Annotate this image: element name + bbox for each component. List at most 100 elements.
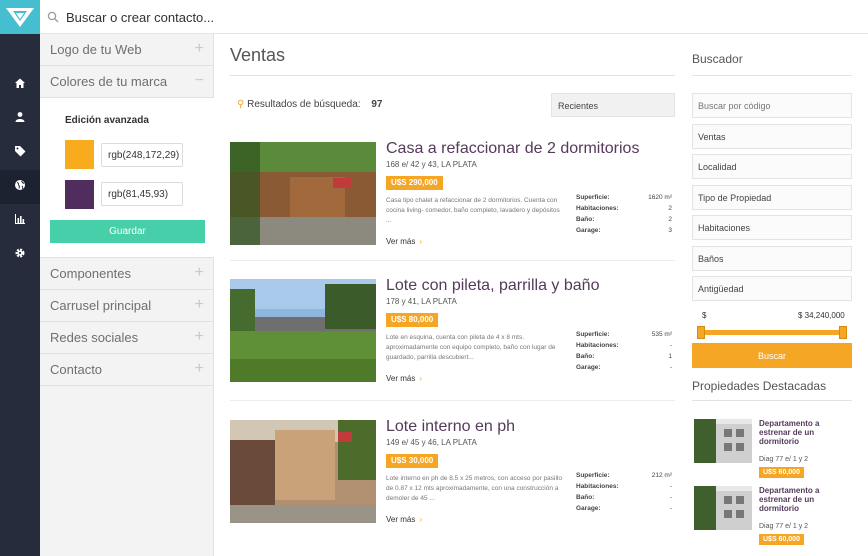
spec-key: Superficie:	[576, 472, 610, 479]
featured-photo[interactable]	[694, 419, 752, 463]
price-range-slider[interactable]	[697, 330, 847, 335]
sort-select[interactable]: Recientes	[551, 93, 675, 117]
spec-row: Baño: 1	[576, 353, 672, 364]
spec-row: Garage: -	[576, 364, 672, 375]
spec-row: Baño: 2	[576, 216, 672, 227]
spec-key: Superficie:	[576, 331, 610, 338]
panel-item-label: Colores de tu marca	[50, 74, 168, 89]
listings-main: Ventas ⚲ Resultados de búsqueda: 97 Reci…	[230, 34, 675, 556]
rail-settings[interactable]	[0, 238, 40, 272]
listing-title[interactable]: Lote con pileta, parrilla y baño	[386, 277, 599, 295]
panel-item-label: Carrusel principal	[50, 298, 152, 313]
expand-icon: +	[194, 40, 204, 57]
see-more-label: Ver más	[386, 237, 416, 246]
panel-item-carousel[interactable]: Carrusel principal +	[40, 290, 214, 322]
rail-home[interactable]	[0, 68, 40, 102]
featured-title: Propiedades Destacadas	[692, 379, 827, 393]
featured-property[interactable]: Departamento a estrenar de un dormitorio…	[692, 419, 852, 479]
featured-address: Diag 77 e/ 1 y 2	[759, 523, 809, 530]
listing-photo[interactable]	[230, 142, 376, 245]
spec-row: Superficie: 1620 m²	[576, 194, 672, 205]
listing-card: Lote interno en ph 149 e/ 45 y 46, LA PL…	[230, 418, 675, 531]
contact-search-input[interactable]	[60, 5, 460, 29]
listing-card: Casa a refaccionar de 2 dormitorios 168 …	[230, 140, 675, 253]
featured-address: Diag 77 e/ 1 y 2	[759, 456, 809, 463]
panel-item-logo[interactable]: Logo de tu Web +	[40, 34, 214, 66]
see-more-label: Ver más	[386, 515, 416, 524]
spec-key: Garage:	[576, 227, 601, 234]
price-range-max: $ 34,240,000	[798, 311, 845, 320]
rail-contacts[interactable]	[0, 102, 40, 136]
featured-property[interactable]: Departamento a estrenar de un dormitorio…	[692, 486, 852, 546]
featured-title-link[interactable]: Departamento a estrenar de un dormitorio	[759, 486, 849, 513]
listing-title[interactable]: Lote interno en ph	[386, 418, 515, 436]
code-search-input[interactable]: Buscar por código	[692, 93, 852, 118]
panel-item-social[interactable]: Redes sociales +	[40, 322, 214, 354]
tags-icon	[14, 144, 27, 162]
listing-description: Lote en esquina, cuenta con pileta de 4 …	[386, 334, 556, 361]
primary-color-input[interactable]	[101, 143, 183, 167]
property-search-sidebar: Buscador Buscar por código Ventas Locali…	[692, 34, 852, 556]
globe-icon	[14, 178, 26, 196]
panel-item-label: Redes sociales	[50, 330, 139, 345]
spec-row: Baño: -	[576, 494, 672, 505]
listing-photo[interactable]	[230, 420, 376, 523]
property-type-select[interactable]: Tipo de Propiedad	[692, 185, 852, 210]
spec-row: Superficie: 212 m²	[576, 472, 672, 483]
listing-address: 168 e/ 42 y 43, LA PLATA	[386, 160, 477, 169]
rail-website[interactable]	[0, 170, 40, 204]
panel-item-contact[interactable]: Contacto +	[40, 354, 214, 386]
divider	[230, 400, 675, 401]
see-more-link[interactable]: Ver más ›	[386, 237, 422, 246]
see-more-label: Ver más	[386, 374, 416, 383]
secondary-color-input[interactable]	[101, 182, 183, 206]
spec-value: -	[669, 342, 672, 349]
range-handle-min[interactable]	[697, 326, 705, 339]
baths-select[interactable]: Baños	[692, 246, 852, 271]
bar-chart-icon	[14, 212, 26, 230]
see-more-link[interactable]: Ver más ›	[386, 515, 422, 524]
spec-row: Garage: -	[576, 505, 672, 516]
search-icon: ⚲	[237, 99, 245, 110]
listing-specs: Superficie: 212 m² Habitaciones: - Baño: - …	[576, 472, 672, 516]
spec-key: Baño:	[576, 216, 595, 223]
results-summary: ⚲ Resultados de búsqueda: 97	[237, 99, 382, 110]
results-label: Resultados de búsqueda:	[247, 99, 361, 110]
age-select[interactable]: Antigüedad	[692, 276, 852, 301]
listing-address: 178 y 41, LA PLATA	[386, 297, 457, 306]
listing-address: 149 e/ 45 y 46, LA PLATA	[386, 438, 477, 447]
primary-color-swatch[interactable]	[65, 140, 94, 169]
expand-icon: +	[194, 360, 204, 377]
spec-value: 3	[668, 227, 672, 234]
listing-specs: Superficie: 535 m² Habitaciones: - Baño: 1 …	[576, 331, 672, 375]
rooms-select[interactable]: Habitaciones	[692, 215, 852, 240]
chevron-right-icon: ›	[419, 515, 423, 524]
secondary-color-swatch[interactable]	[65, 180, 94, 209]
spec-key: Habitaciones:	[576, 205, 619, 212]
collapse-icon: −	[194, 72, 204, 89]
rail-reports[interactable]	[0, 204, 40, 238]
locality-select[interactable]: Localidad	[692, 154, 852, 179]
listing-photo[interactable]	[230, 279, 376, 382]
spec-key: Garage:	[576, 505, 601, 512]
expand-icon: +	[194, 296, 204, 313]
listing-specs: Superficie: 1620 m² Habitaciones: 2 Baño: 2…	[576, 194, 672, 238]
operation-select[interactable]: Ventas	[692, 124, 852, 149]
spec-value: -	[669, 494, 672, 501]
listing-title[interactable]: Casa a refaccionar de 2 dormitorios	[386, 140, 639, 158]
panel-item-components[interactable]: Componentes +	[40, 258, 214, 290]
spec-value: 535 m²	[651, 331, 672, 338]
rail-tags[interactable]	[0, 136, 40, 170]
price-badge: U$S 290,000	[386, 176, 443, 190]
search-button[interactable]: Buscar	[692, 343, 852, 368]
featured-title-link[interactable]: Departamento a estrenar de un dormitorio	[759, 419, 849, 446]
range-handle-max[interactable]	[839, 326, 847, 339]
featured-photo[interactable]	[694, 486, 752, 530]
app-logo[interactable]	[0, 0, 40, 34]
save-button[interactable]: Guardar	[50, 220, 205, 243]
see-more-link[interactable]: Ver más ›	[386, 374, 422, 383]
chevron-right-icon: ›	[419, 237, 423, 246]
home-icon	[14, 76, 26, 94]
expand-icon: +	[194, 264, 204, 281]
panel-item-brand-colors[interactable]: Colores de tu marca −	[40, 66, 214, 98]
